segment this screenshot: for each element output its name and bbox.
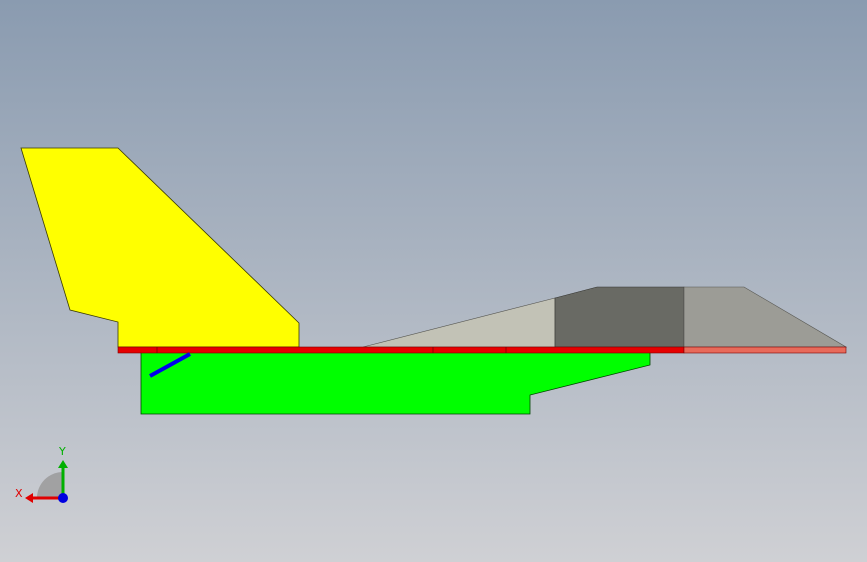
cad-scene[interactable]: X Y [0,0,867,562]
z-axis-dot [58,493,68,503]
graphics-viewport[interactable]: X Y [0,0,867,562]
x-axis-label: X [15,487,23,500]
wing-plate-tip[interactable] [683,346,847,354]
canopy-middle-panel[interactable] [554,286,685,348]
y-axis-label: Y [58,445,66,458]
wing-plate[interactable] [117,346,685,354]
